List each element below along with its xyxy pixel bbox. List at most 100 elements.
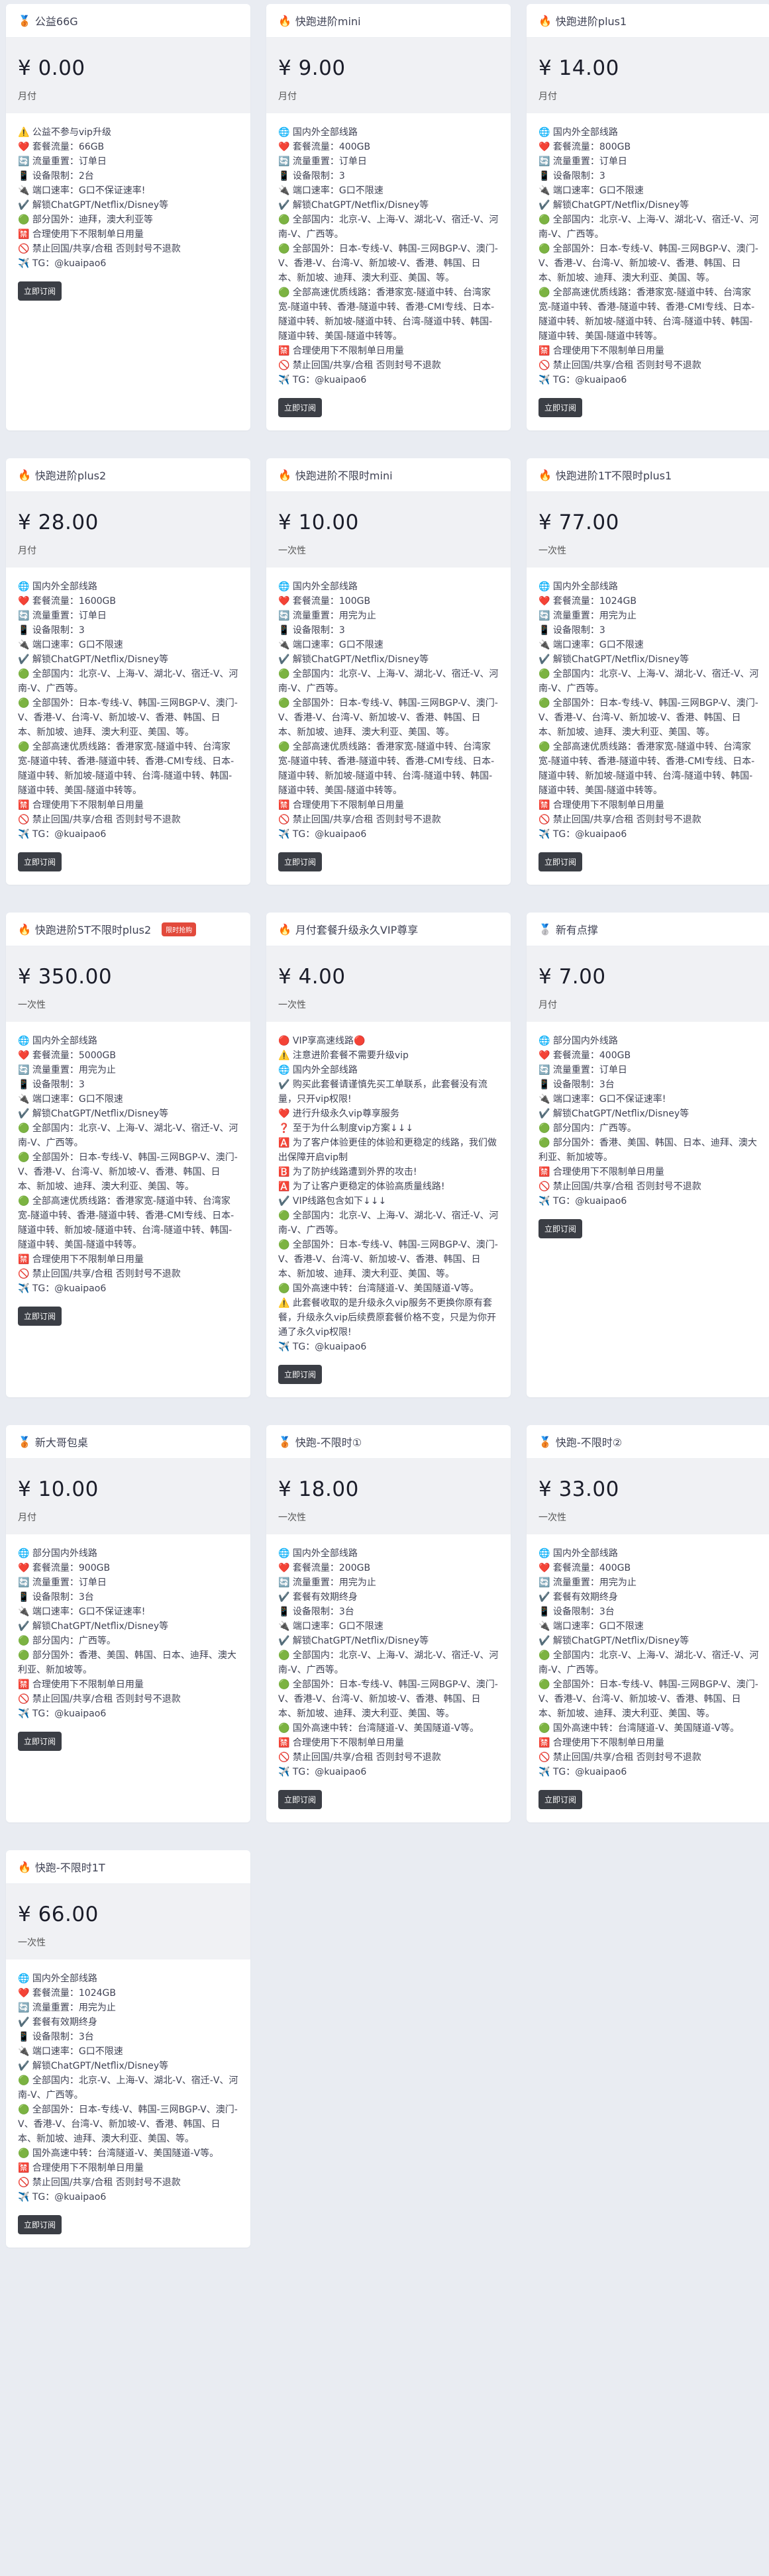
feature-item: ❤️ 套餐流量：400GB [278,142,371,152]
plan-icon: 🔥 [278,468,291,481]
feature-item: ✈️ TG：@kuaipao6 [18,2192,107,2203]
subscribe-button[interactable]: 立即订阅 [278,1365,323,1384]
subscribe-button[interactable]: 立即订阅 [538,1790,583,1809]
plan-price: ¥ 14.00 [538,56,619,80]
feature-item: 🔌 端口速率：G口不限速 [538,1621,644,1632]
plan-card: 🔥 快跑进阶1T不限时plus1 ¥ 77.00 一次性 🌐 国内外全部线路 ❤️ 套餐流… [527,458,769,885]
feature-item: 🔌 端口速率：G口不限速 [18,640,123,650]
plan-title: 快跑进阶plus1 [555,15,627,28]
feature-item: 🟢 部分国外：香港、美国、韩国、日本、迪拜、澳大利亚、新加坡等。 [18,1650,236,1675]
plan-card: 🔥 快跑进阶plus2 ¥ 28.00 月付 🌐 国内外全部线路 ❤️ 套餐流量：1600… [6,458,250,885]
plan-price: ¥ 28.00 [18,511,99,534]
feature-item: 🔄 流量重置：用完为止 [18,1065,116,1075]
subscribe-button[interactable]: 立即订阅 [278,852,323,871]
feature-list: 🌐 国内外全部线路 ❤️ 套餐流量：400GB 🔄 流量重置：订单日 📱 设备限制：3… [266,113,511,430]
feature-item: 🟢 全部国外：日本-专线-V、韩国-三网BGP-V、澳门-V、香港-V、台湾-V… [278,1240,498,1279]
feature-item: ❤️ 套餐流量：5000GB [18,1050,116,1061]
feature-item: ⚠️ 此套餐收取的是升级永久vip服务不更换你原有套餐，升级永久vip后续费原套… [278,1298,497,1338]
feature-item: 🚫 禁止回国/共享/合租 否则封号不退款 [538,815,701,825]
feature-item: 🔴 VIP享高速线路🔴 [278,1036,366,1046]
plan-card: 🥉 公益66G ¥ 0.00 月付 ⚠️ 公益不参与vip升级 ❤️ 套餐流量：66GB 🔄… [6,4,250,430]
feature-item: ✈️ TG：@kuaipao6 [278,829,367,840]
plan-card-header: 🥈 新有点撑 [527,913,769,946]
feature-list: 🌐 国内外全部线路 ❤️ 套餐流量：800GB 🔄 流量重置：订单日 📱 设备限制：3… [527,113,769,430]
feature-item: ✔️ 解锁ChatGPT/Netflix/Disney等 [18,1621,169,1632]
feature-item: 🚫 禁止回国/共享/合租 否则封号不退款 [278,1752,441,1763]
plan-price: ¥ 4.00 [278,965,346,989]
subscribe-button[interactable]: 立即订阅 [538,1219,583,1238]
feature-item: 🔌 端口速率：G口不限速 [18,1094,123,1105]
feature-item: 📱 设备限制：3 [18,1079,85,1090]
feature-item: ✔️ 购买此套餐请谨慎先买工单联系，此套餐没有流量，只开vip权限! [278,1079,487,1105]
feature-item: 🟢 全部国内：北京-V、上海-V、湖北-V、宿迁-V、河南-V、广西等。 [18,669,238,694]
feature-item: 🟢 全部国内：北京-V、上海-V、湖北-V、宿迁-V、河南-V、广西等。 [538,215,759,240]
feature-item: 🔄 流量重置：订单日 [18,156,107,167]
plan-card-header: 🔥 快跑进阶mini [266,4,511,38]
subscribe-button[interactable]: 立即订阅 [18,1732,62,1751]
feature-item: 🈲 合理使用下不限制单日用量 [18,800,144,811]
feature-item: 🌐 国内外全部线路 [278,1065,358,1075]
feature-item: 🟢 全部高速优质线路：香港家宽-隧道中转、台湾家宽-隧道中转、香港-隧道中转、香… [278,287,495,342]
billing-period: 月付 [18,1512,36,1523]
subscribe-button[interactable]: 立即订阅 [538,398,583,417]
feature-list: ⚠️ 公益不参与vip升级 ❤️ 套餐流量：66GB 🔄 流量重置：订单日 📱 设备限… [6,113,250,314]
feature-item: ✈️ TG：@kuaipao6 [538,1767,627,1777]
feature-item: 🚫 禁止回国/共享/合租 否则封号不退款 [18,244,181,254]
plan-price: ¥ 77.00 [538,511,619,534]
subscribe-button[interactable]: 立即订阅 [278,1790,323,1809]
feature-list: 🌐 国内外全部线路 ❤️ 套餐流量：200GB 🔄 流量重置：用完为止 ✔️ 套餐有效… [266,1534,511,1822]
feature-item: 📱 设备限制：3台 [538,1607,615,1617]
subscribe-button[interactable]: 立即订阅 [18,281,62,301]
plan-title: 快跑进阶不限时mini [295,470,393,482]
subscribe-button[interactable]: 立即订阅 [538,852,583,871]
billing-period: 月付 [18,546,36,556]
subscribe-button[interactable]: 立即订阅 [18,852,62,871]
subscribe-button[interactable]: 立即订阅 [18,1307,62,1326]
feature-item: ✔️ 套餐有效期终身 [18,2017,97,2028]
billing-period: 一次性 [278,1000,306,1011]
feature-item: ✔️ 解锁ChatGPT/Netflix/Disney等 [538,200,690,211]
plan-icon: 🥉 [18,1435,31,1448]
feature-item: ✔️ 解锁ChatGPT/Netflix/Disney等 [18,200,169,211]
price-section: ¥ 9.00 月付 [266,38,511,113]
feature-item: 🟢 部分国内：广西等。 [18,1636,116,1646]
feature-item: 🌐 国内外全部线路 [18,1973,97,1984]
plan-title: 月付套餐升级永久VIP尊享 [295,924,419,936]
feature-item: 📱 设备限制：3 [538,171,605,181]
plan-card: 🥉 新大哥包桌 ¥ 10.00 月付 🌐 部分国内外线路 ❤️ 套餐流量：900GB 🔄 流… [6,1425,250,1822]
plan-card: 🥉 快跑-不限时② ¥ 33.00 一次性 🌐 国内外全部线路 ❤️ 套餐流量：400GB… [527,1425,769,1822]
feature-item: ❤️ 套餐流量：100GB [278,596,371,607]
plan-card-header: 🔥 快跑进阶不限时mini [266,458,511,492]
plan-card: 🔥 快跑进阶plus1 ¥ 14.00 月付 🌐 国内外全部线路 ❤️ 套餐流量：800G… [527,4,769,430]
feature-item: 🟢 全部高速优质线路：香港家宽-隧道中转、台湾家宽-隧道中转、香港-隧道中转、香… [538,287,755,342]
feature-item: 🈲 合理使用下不限制单日用量 [538,800,664,811]
plan-title: 快跑进阶5T不限时plus2 [34,924,152,936]
price-section: ¥ 7.00 月付 [527,946,769,1022]
feature-item: 🈲 合理使用下不限制单日用量 [538,1738,664,1748]
billing-period: 月付 [538,91,557,102]
plan-card-header: 🔥 快跑进阶plus1 [527,4,769,38]
feature-item: 🔌 端口速率：G口不限速 [278,640,384,650]
feature-list: 🌐 国内外全部线路 ❤️ 套餐流量：5000GB 🔄 流量重置：用完为止 📱 设备限制… [6,1022,250,1339]
feature-list: 🌐 国内外全部线路 ❤️ 套餐流量：400GB 🔄 流量重置：用完为止 ✔️ 套餐有效… [527,1534,769,1822]
plan-title: 快跑进阶plus2 [34,470,107,482]
feature-item: ✔️ 解锁ChatGPT/Netflix/Disney等 [278,1636,429,1646]
feature-item: 🔄 流量重置：用完为止 [18,2003,116,2013]
feature-item: ✔️ 解锁ChatGPT/Netflix/Disney等 [18,1109,169,1119]
billing-period: 月付 [278,91,297,102]
feature-item: 🚫 禁止回国/共享/合租 否则封号不退款 [278,815,441,825]
feature-item: 🔌 端口速率：G口不限速 [18,2046,123,2057]
subscribe-button[interactable]: 立即订阅 [278,398,323,417]
feature-item: ✔️ 解锁ChatGPT/Netflix/Disney等 [18,2061,169,2071]
billing-period: 一次性 [538,1512,566,1523]
plan-card: 🥉 快跑-不限时① ¥ 18.00 一次性 🌐 国内外全部线路 ❤️ 套餐流量：200GB… [266,1425,511,1822]
plan-icon: 🥉 [538,1435,552,1448]
feature-item: 🈲 合理使用下不限制单日用量 [18,1679,144,1690]
billing-period: 一次性 [18,1000,46,1011]
feature-item: 🔌 端口速率：G口不限速 [278,185,384,196]
feature-item: 🚫 禁止回国/共享/合租 否则封号不退款 [278,360,441,371]
feature-item: ✈️ TG：@kuaipao6 [278,1767,367,1777]
feature-item: ❤️ 套餐流量：1024GB [18,1988,116,1999]
feature-item: 🔌 端口速率：G口不限速 [538,640,644,650]
subscribe-button[interactable]: 立即订阅 [18,2215,62,2234]
